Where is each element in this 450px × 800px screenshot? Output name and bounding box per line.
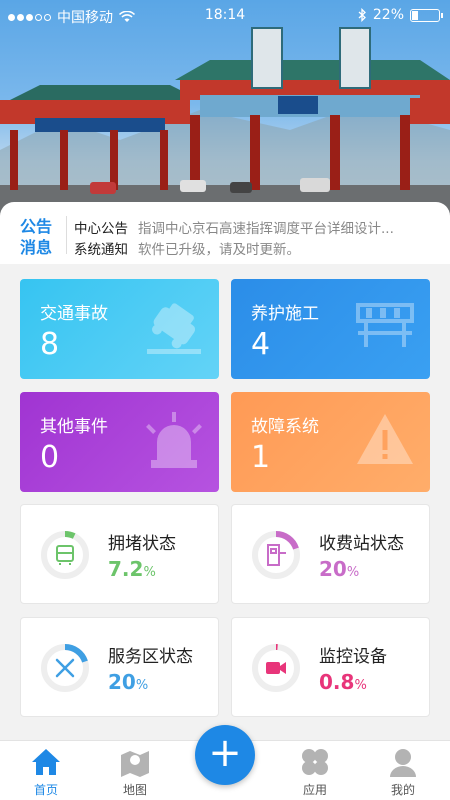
tab-mine[interactable]: 我的 xyxy=(368,741,438,800)
maintenance-card[interactable]: 养护施工 4 xyxy=(231,279,430,379)
tile-label: 服务区状态 xyxy=(108,647,193,667)
tab-home[interactable]: 首页 xyxy=(11,741,81,800)
traffic-accident-card[interactable]: 交通事故 8 xyxy=(20,279,219,379)
tab-apps[interactable]: 应用 xyxy=(280,741,350,800)
tile-value: 20% xyxy=(319,557,360,581)
tab-label: 首页 xyxy=(33,783,58,797)
bus-icon xyxy=(56,545,74,565)
camera-icon xyxy=(266,662,286,674)
toll-gate-icon xyxy=(267,544,286,566)
monitor-gauge xyxy=(252,644,300,692)
apps-icon xyxy=(302,749,328,775)
card-title: 养护施工 xyxy=(251,304,319,324)
service-area-status-tile[interactable]: 服务区状态 20% xyxy=(20,617,219,717)
home-icon xyxy=(32,749,60,775)
congestion-gauge xyxy=(41,531,89,579)
card-title: 故障系统 xyxy=(251,417,319,437)
notice-item[interactable]: 中心公告 指调中心京石高速指挥调度平台详细设计... xyxy=(74,217,394,237)
card-count: 4 xyxy=(251,327,271,362)
notice-tag: 公告 消息 xyxy=(20,217,53,257)
card-count: 1 xyxy=(251,440,271,475)
tab-map[interactable]: 地图 xyxy=(100,741,170,800)
tile-label: 监控设备 xyxy=(319,647,387,667)
notice-panel[interactable]: 公告 消息 中心公告 指调中心京石高速指挥调度平台详细设计... 系统通知 软件已升… xyxy=(0,202,450,264)
bluetooth-icon xyxy=(358,8,366,22)
warning-icon xyxy=(357,414,413,464)
tab-label: 我的 xyxy=(390,783,415,797)
tile-value: 20% xyxy=(108,670,149,694)
congestion-status-tile[interactable]: 拥堵状态 7.2% xyxy=(20,504,219,604)
tile-label: 拥堵状态 xyxy=(108,534,176,554)
tile-value: 0.8% xyxy=(319,670,367,694)
add-button[interactable]: + xyxy=(195,725,255,785)
notice-item-text: 软件已升级，请及时更新。 xyxy=(138,242,300,258)
user-icon xyxy=(390,749,416,777)
status-bar: 中国移动 18:14 22% xyxy=(0,0,450,32)
toll-station-status-tile[interactable]: 收费站状态 20% xyxy=(231,504,430,604)
battery-percent: 22% xyxy=(372,7,404,23)
tile-value: 7.2% xyxy=(108,557,156,581)
tab-label: 应用 xyxy=(302,783,327,797)
card-count: 0 xyxy=(40,440,60,475)
tile-label: 收费站状态 xyxy=(319,534,404,554)
card-title: 其他事件 xyxy=(40,417,108,437)
notice-item-text: 指调中心京石高速指挥调度平台详细设计... xyxy=(138,221,394,237)
barrier-icon xyxy=(356,303,414,347)
monitoring-device-tile[interactable]: 监控设备 0.8% xyxy=(231,617,430,717)
card-title: 交通事故 xyxy=(40,304,108,324)
divider xyxy=(66,216,67,254)
battery-icon xyxy=(410,8,443,22)
card-count: 8 xyxy=(40,327,60,362)
tab-label: 地图 xyxy=(122,783,147,797)
fault-system-card[interactable]: 故障系统 1 xyxy=(231,392,430,492)
notice-item[interactable]: 系统通知 软件已升级，请及时更新。 xyxy=(74,238,300,258)
notice-item-kind: 系统通知 xyxy=(74,242,128,258)
other-event-card[interactable]: 其他事件 0 xyxy=(20,392,219,492)
map-icon xyxy=(121,751,149,777)
fork-knife-icon xyxy=(55,658,75,678)
service-gauge xyxy=(41,644,89,692)
toll-gauge xyxy=(252,531,300,579)
notice-item-kind: 中心公告 xyxy=(74,221,128,237)
car-accident-icon xyxy=(147,303,201,354)
hero-banner-image xyxy=(0,0,450,230)
alarm-light-icon xyxy=(146,412,202,468)
